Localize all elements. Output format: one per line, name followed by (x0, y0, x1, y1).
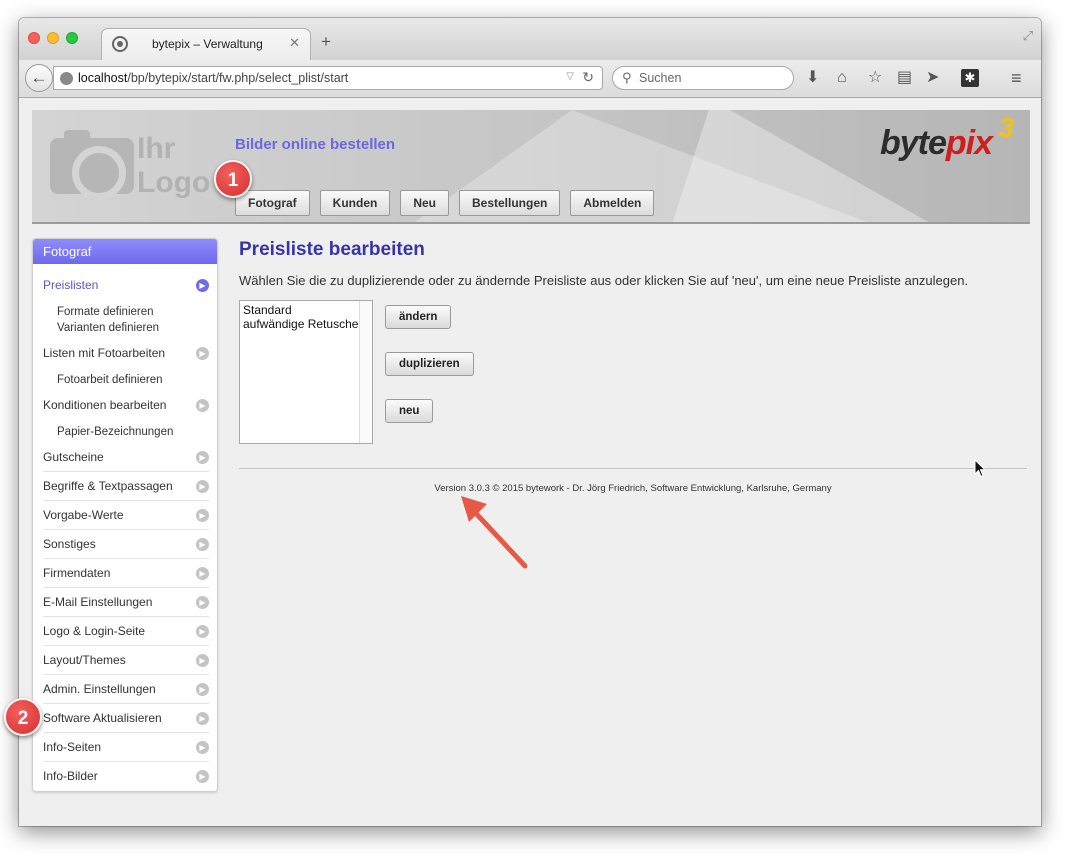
navigation-toolbar: ← localhost/bp/bytepix/start/fw.php/sele… (19, 60, 1041, 98)
page-title: Preisliste bearbeiten (239, 239, 425, 260)
sidebar: Fotograf Preislisten ▶ Formate definieren… (32, 238, 218, 792)
sidebar-item-admin[interactable]: Admin. Einstellungen ▶ (43, 675, 209, 704)
send-icon[interactable]: ➤ (926, 69, 939, 87)
listbox-scrollbar[interactable] (359, 301, 372, 443)
new-button[interactable]: neu (385, 399, 434, 423)
chevron-right-icon: ▶ (196, 347, 209, 360)
annotation-arrow-icon (461, 496, 528, 569)
nav-bestellungen-button[interactable]: Bestellungen (459, 190, 561, 216)
back-button[interactable]: ← (25, 64, 53, 92)
reload-icon[interactable]: ↻ (582, 69, 594, 86)
sidebar-item-preislisten[interactable]: Preislisten ▶ (43, 271, 209, 300)
sidebar-item-logo-login[interactable]: Logo & Login-Seite ▶ (43, 617, 209, 646)
edit-button[interactable]: ändern (385, 305, 452, 329)
url-dropdown-icon[interactable]: ▽ (566, 71, 574, 82)
nav-abmelden-button[interactable]: Abmelden (570, 190, 655, 216)
tab-title: bytepix – Verwaltung (152, 37, 263, 51)
logo-placeholder: Ihr Logo (137, 132, 211, 199)
chevron-right-icon: ▶ (196, 596, 209, 609)
price-list-option[interactable]: Standard (240, 303, 372, 317)
menu-icon[interactable]: ≡ (1011, 69, 1022, 87)
chevron-right-icon: ▶ (196, 770, 209, 783)
brand-logo: bytepix (879, 124, 993, 162)
chevron-right-icon: ▶ (196, 279, 209, 292)
chevron-right-icon: ▶ (196, 538, 209, 551)
banner-tagline: Bilder online bestellen (235, 136, 396, 153)
site-banner: Ihr Logo Bilder online bestellen bytepix… (32, 110, 1030, 224)
search-placeholder: Suchen (639, 71, 682, 85)
close-window-button[interactable] (28, 32, 40, 44)
sidebar-subitem-fotoarbeit[interactable]: Fotoarbeit definieren (57, 372, 162, 388)
sidebar-item-gutscheine[interactable]: Gutscheine ▶ (43, 443, 209, 472)
price-list-select[interactable]: Standard aufwändige Retusche (239, 300, 373, 444)
search-input[interactable]: ⚲ Suchen (612, 66, 794, 90)
new-tab-icon[interactable]: + (321, 32, 331, 52)
home-icon[interactable]: ⌂ (837, 69, 847, 87)
chevron-right-icon: ▶ (196, 683, 209, 696)
nav-kunden-button[interactable]: Kunden (319, 190, 391, 216)
url-bar[interactable]: localhost/bp/bytepix/start/fw.php/select… (53, 66, 603, 90)
callout-badge-2: 2 (4, 698, 42, 736)
sidebar-item-begriffe[interactable]: Begriffe & Textpassagen ▶ (43, 472, 209, 501)
download-icon[interactable]: ⬇ (806, 69, 819, 87)
minimize-window-button[interactable] (47, 32, 59, 44)
url-text: localhost/bp/bytepix/start/fw.php/select… (78, 71, 349, 85)
chevron-right-icon: ▶ (196, 741, 209, 754)
globe-icon (60, 72, 73, 85)
sidebar-item-email[interactable]: E-Mail Einstellungen ▶ (43, 588, 209, 617)
price-list-option[interactable]: aufwändige Retusche (240, 317, 372, 331)
sidebar-item-konditionen[interactable]: Konditionen bearbeiten ▶ (43, 391, 209, 420)
nav-neu-button[interactable]: Neu (400, 190, 449, 216)
page-description: Wählen Sie die zu duplizierende oder zu … (239, 273, 969, 288)
chevron-right-icon: ▶ (196, 712, 209, 725)
mouse-cursor-icon (974, 459, 987, 478)
callout-badge-1: 1 (214, 160, 252, 198)
chevron-right-icon: ▶ (196, 399, 209, 412)
favicon-icon (112, 36, 128, 52)
sidebar-header: Fotograf (33, 239, 217, 264)
sidebar-item-vorgabe-werte[interactable]: Vorgabe-Werte ▶ (43, 501, 209, 530)
bookmark-star-icon[interactable]: ☆ (868, 69, 882, 87)
main-navigation: Fotograf Kunden Neu Bestellungen Abmelden (235, 190, 664, 216)
sidebar-item-firmendaten[interactable]: Firmendaten ▶ (43, 559, 209, 588)
zoom-window-button[interactable] (66, 32, 78, 44)
nav-fotograf-button[interactable]: Fotograf (235, 190, 310, 216)
camera-icon (50, 130, 134, 200)
tab-close-icon[interactable]: ✕ (289, 35, 300, 51)
chevron-right-icon: ▶ (196, 480, 209, 493)
sidebar-item-info-seiten[interactable]: Info-Seiten ▶ (43, 733, 209, 762)
browser-window: bytepix – Verwaltung ✕ + ⤢ ← localhost/b… (19, 18, 1041, 826)
chevron-right-icon: ▶ (196, 567, 209, 580)
sidebar-item-listen-fotoarbeiten[interactable]: Listen mit Fotoarbeiten ▶ (43, 339, 209, 368)
sidebar-item-software-update[interactable]: Software Aktualisieren ▶ (43, 704, 209, 733)
sidebar-item-info-bilder[interactable]: Info-Bilder ▶ (43, 762, 209, 791)
sidebar-subitem-formate[interactable]: Formate definieren (57, 304, 154, 320)
extension-icon[interactable]: ✱ (961, 69, 979, 87)
sidebar-item-sonstiges[interactable]: Sonstiges ▶ (43, 530, 209, 559)
fullscreen-icon[interactable]: ⤢ (1023, 28, 1033, 44)
chevron-right-icon: ▶ (196, 509, 209, 522)
title-bar: bytepix – Verwaltung ✕ + ⤢ (19, 18, 1041, 61)
sidebar-item-layout-themes[interactable]: Layout/Themes ▶ (43, 646, 209, 675)
reading-list-icon[interactable]: ▤ (897, 69, 912, 87)
divider (239, 468, 1027, 469)
footer-version: Version 3.0.3 © 2015 bytework - Dr. Jörg… (434, 483, 832, 494)
sidebar-subitem-papier[interactable]: Papier-Bezeichnungen (57, 424, 173, 440)
page-viewport: Ihr Logo Bilder online bestellen bytepix… (19, 99, 1041, 826)
brand-version: 3 (998, 112, 1014, 143)
duplicate-button[interactable]: duplizieren (385, 352, 474, 376)
browser-tab[interactable]: bytepix – Verwaltung ✕ (101, 28, 311, 61)
chevron-right-icon: ▶ (196, 451, 209, 464)
chevron-right-icon: ▶ (196, 625, 209, 638)
search-icon: ⚲ (622, 70, 632, 85)
sidebar-subitem-varianten[interactable]: Varianten definieren (57, 320, 159, 336)
chevron-right-icon: ▶ (196, 654, 209, 667)
